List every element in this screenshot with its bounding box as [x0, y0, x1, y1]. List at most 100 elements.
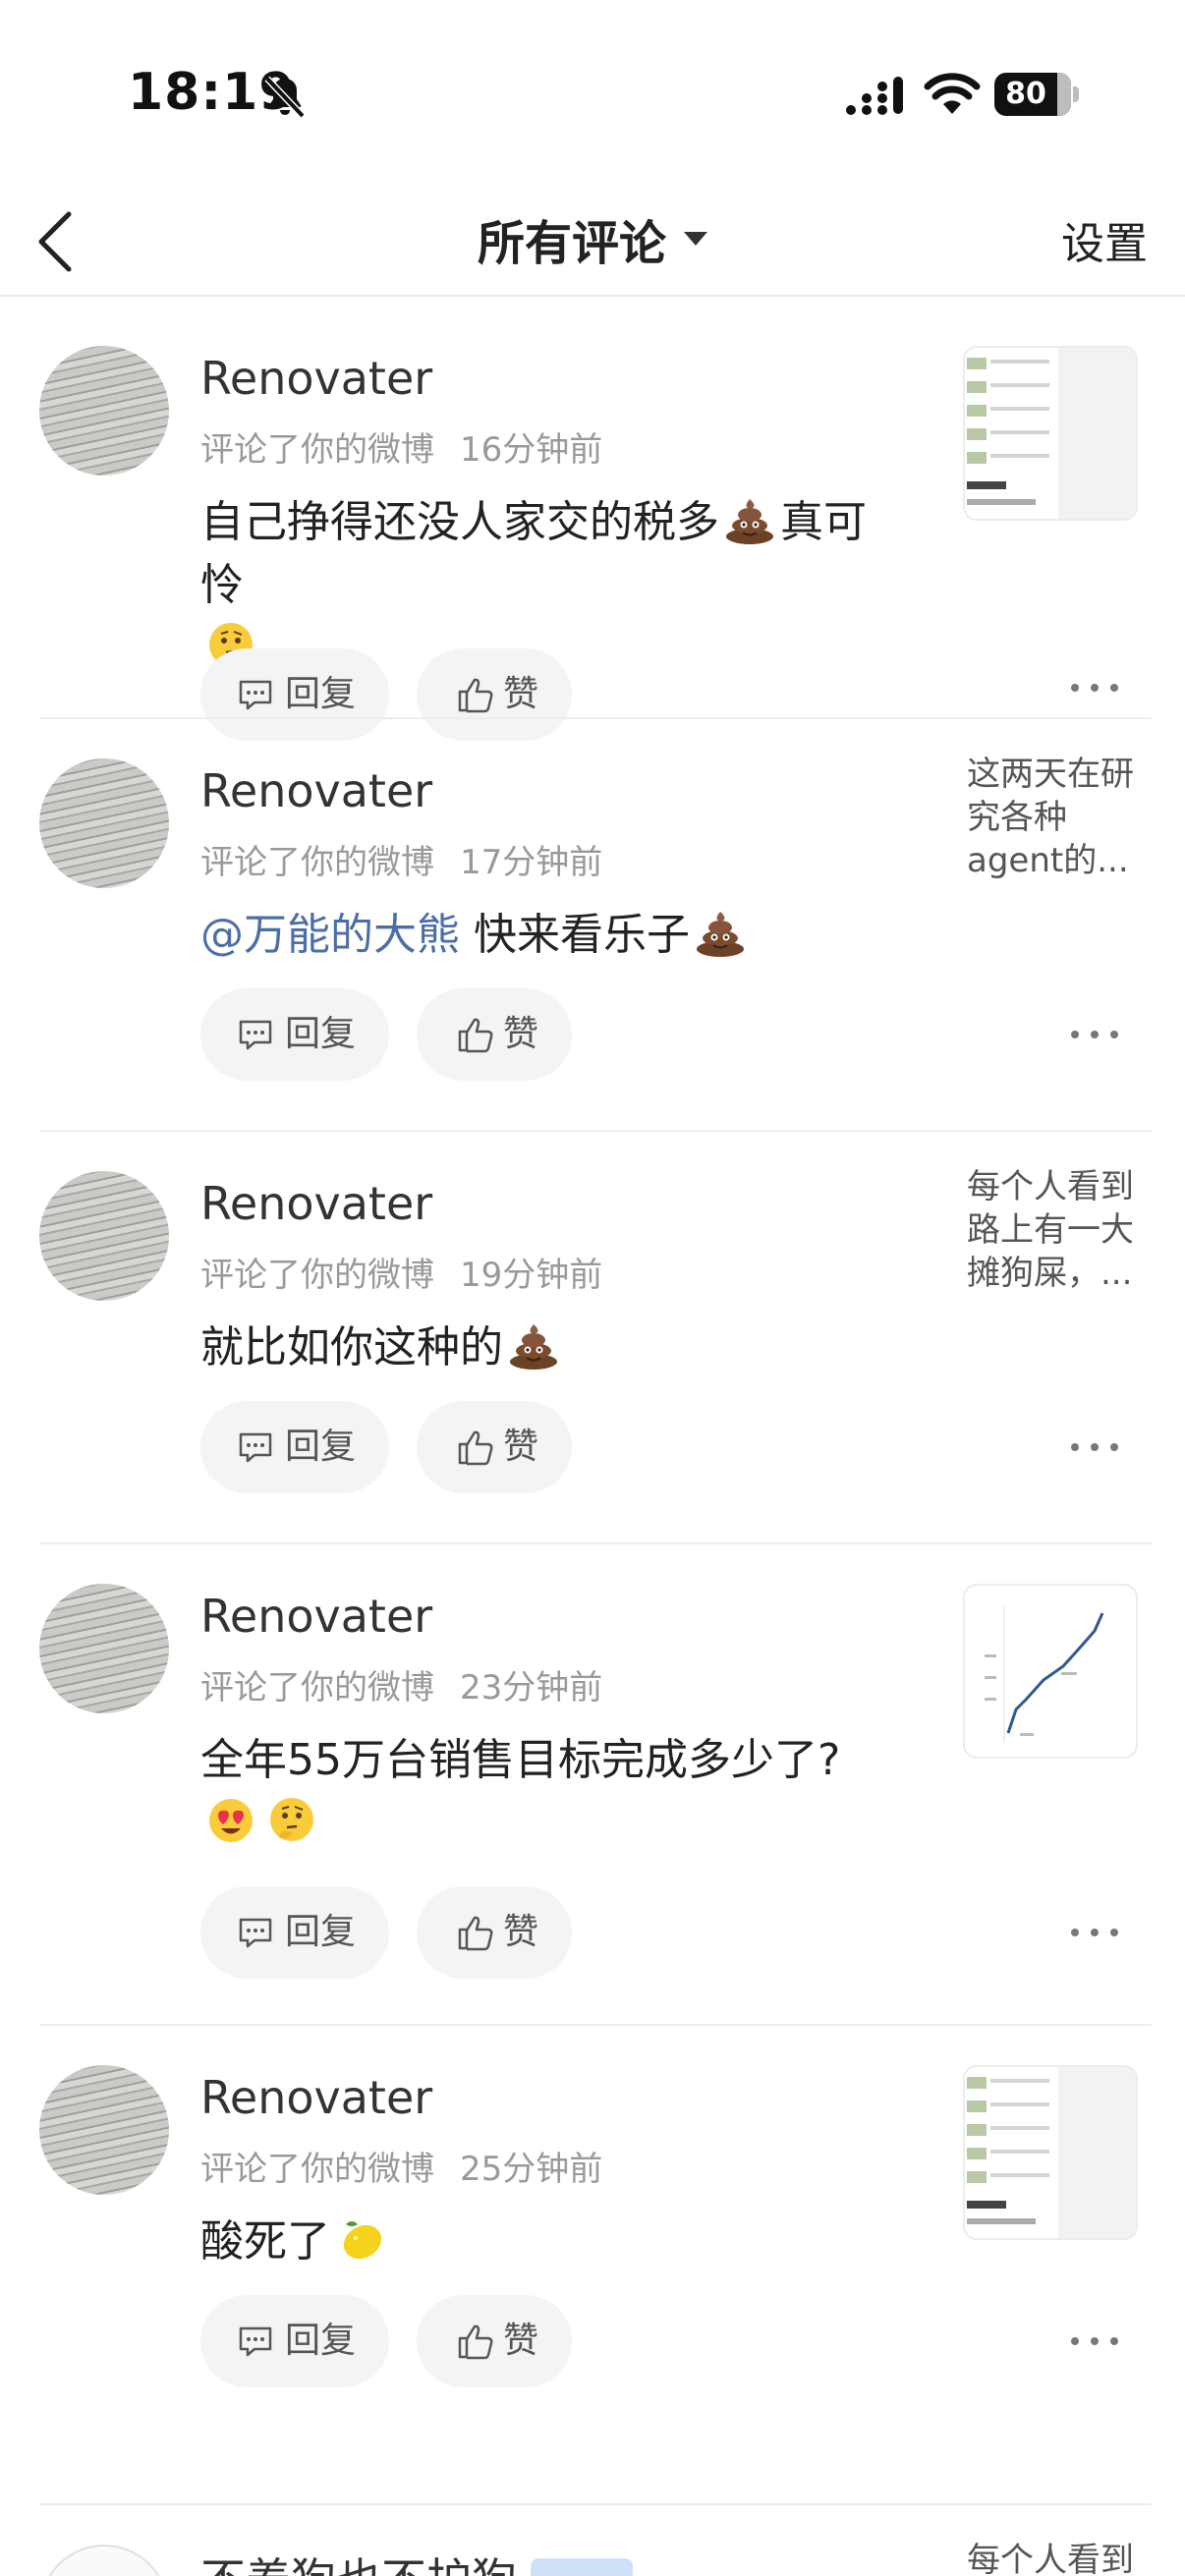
- thinking-emoji: [270, 1798, 313, 1841]
- comment-text: 酸死了: [200, 2211, 908, 2273]
- comment-icon: [239, 1020, 272, 1050]
- more-icon[interactable]: [1067, 1437, 1122, 1457]
- status-bar: 18:19 80: [0, 0, 1185, 187]
- comment-icon: [239, 1432, 272, 1463]
- lemon-emoji: [343, 2221, 382, 2260]
- comment-text: 就比如你这种的: [200, 1316, 908, 1379]
- comment-action: 评论了你的微博: [200, 2150, 434, 2189]
- comment-action: 评论了你的微博: [200, 430, 434, 470]
- mention-link[interactable]: @万能的大熊: [200, 910, 460, 960]
- post-thumbnail[interactable]: [963, 2065, 1138, 2240]
- avatar[interactable]: [39, 2545, 169, 2576]
- cellular-signal-icon: [846, 77, 903, 115]
- comment-icon: [239, 680, 272, 710]
- thumbs-up-icon: [458, 2324, 493, 2360]
- comment-meta: 评论了你的微博 16分钟前: [200, 422, 602, 471]
- post-thumbnail[interactable]: [963, 1584, 1138, 1759]
- more-icon[interactable]: [1067, 678, 1122, 698]
- user-badge: [531, 2558, 633, 2576]
- avatar[interactable]: [39, 2065, 169, 2195]
- comment-list: Renovater 评论了你的微博 16分钟前 自己挣得还没人家交的税多 真可怜 回…: [0, 305, 1185, 2436]
- post-thumbnail[interactable]: [963, 346, 1138, 521]
- comment-meta: 评论了你的微博 19分钟前: [200, 1248, 602, 1296]
- settings-button[interactable]: 设置: [1061, 208, 1148, 271]
- post-preview-text[interactable]: 每个人看到路上有一大摊狗屎，...: [967, 1165, 1154, 1295]
- more-icon[interactable]: [1067, 1025, 1122, 1044]
- poop-emoji: [510, 1324, 557, 1370]
- comment-author[interactable]: Renovater: [200, 1590, 432, 1643]
- post-thumbnail-image: [965, 348, 1136, 519]
- comment-action: 评论了你的微博: [200, 1668, 434, 1708]
- like-label: 赞: [503, 1912, 539, 1952]
- comment-item[interactable]: Renovater 评论了你的微博 16分钟前 自己挣得还没人家交的税多 真可怜 回…: [0, 305, 1185, 741]
- thumbs-up-icon: [458, 1018, 493, 1053]
- avatar[interactable]: [39, 1171, 169, 1301]
- comment-meta: 评论了你的微博 25分钟前: [200, 2142, 602, 2190]
- nav-bar: 所有评论 设置: [0, 187, 1185, 297]
- avatar[interactable]: [39, 1584, 169, 1713]
- avatar[interactable]: [39, 758, 169, 888]
- more-icon[interactable]: [1067, 2331, 1122, 2351]
- reply-button[interactable]: 回复: [200, 2295, 389, 2387]
- comment-text: @万能的大熊 快来看乐子: [200, 904, 908, 967]
- post-thumbnail-image: [965, 2067, 1136, 2238]
- comment-icon: [239, 1918, 272, 1948]
- comment-time: 23分钟前: [460, 1668, 603, 1708]
- heart-eyes-emoji: [209, 1799, 253, 1842]
- like-button[interactable]: 赞: [417, 1886, 572, 1979]
- like-button[interactable]: 赞: [417, 1401, 572, 1493]
- comment-action: 评论了你的微博: [200, 1256, 434, 1295]
- like-label: 赞: [503, 2321, 539, 2361]
- comment-item[interactable]: Renovater 评论了你的微博 25分钟前 酸死了 回复 赞: [0, 2024, 1185, 2436]
- comment-time: 16分钟前: [460, 430, 603, 470]
- comment-author[interactable]: Renovater: [200, 1177, 432, 1230]
- reply-button[interactable]: 回复: [200, 1886, 389, 1979]
- comment-author[interactable]: Renovater: [200, 2071, 432, 2124]
- comment-text: 全年55万台销售目标完成多少了?: [200, 1729, 908, 1855]
- comment-item[interactable]: Renovater 评论了你的微博 17分钟前 @万能的大熊 快来看乐子 这两天在…: [0, 717, 1185, 1130]
- comment-time: 19分钟前: [460, 1256, 603, 1295]
- comment-text-main: 就比如你这种的: [200, 1322, 503, 1372]
- post-preview-text[interactable]: 每个人看到: [967, 2533, 1134, 2576]
- battery-icon: 80: [994, 73, 1079, 116]
- avatar[interactable]: [39, 346, 169, 476]
- thumbs-up-icon: [458, 678, 493, 713]
- reply-button[interactable]: 回复: [200, 1401, 389, 1493]
- reply-button[interactable]: 回复: [200, 988, 389, 1081]
- comment-action: 评论了你的微博: [200, 843, 434, 882]
- reply-label: 回复: [285, 2321, 357, 2361]
- poop-emoji: [697, 912, 744, 957]
- like-label: 赞: [503, 1427, 539, 1467]
- comment-author[interactable]: 不养狗也不护狗: [200, 2545, 517, 2576]
- post-thumbnail-chart: [985, 1605, 1104, 1743]
- poop-emoji: [726, 499, 773, 544]
- thumbs-up-icon: [458, 1430, 493, 1466]
- like-button[interactable]: 赞: [417, 2295, 572, 2387]
- comment-time: 25分钟前: [460, 2150, 603, 2189]
- battery-level: 80: [1005, 77, 1046, 111]
- like-button[interactable]: 赞: [417, 988, 572, 1081]
- comment-text-main: 全年55万台销售目标完成多少了?: [200, 1735, 841, 1785]
- reply-label: 回复: [285, 1427, 357, 1467]
- comment-text-main: 酸死了: [200, 2216, 330, 2267]
- bell-slash-icon: [264, 76, 306, 119]
- comment-text-main: 自己挣得还没人家交的税多: [200, 497, 719, 547]
- more-icon[interactable]: [1067, 1923, 1122, 1942]
- caret-down-icon[interactable]: [684, 232, 707, 246]
- post-preview-text[interactable]: 这两天在研究各种agent的...: [967, 753, 1154, 882]
- page-title[interactable]: 所有评论: [478, 204, 666, 273]
- comment-author[interactable]: Renovater: [200, 764, 432, 817]
- comment-meta: 评论了你的微博 17分钟前: [200, 835, 602, 883]
- comment-time: 17分钟前: [460, 843, 603, 882]
- like-label: 赞: [503, 1014, 539, 1054]
- reply-label: 回复: [285, 1912, 357, 1952]
- thumbs-up-icon: [458, 1916, 493, 1951]
- reply-label: 回复: [285, 1014, 357, 1054]
- comment-item[interactable]: Renovater 评论了你的微博 19分钟前 就比如你这种的 每个人看到路上有一…: [0, 1130, 1185, 1542]
- comment-item[interactable]: Renovater 评论了你的微博 23分钟前 全年55万台销售目标完成多少了? …: [0, 1542, 1185, 2024]
- comment-item-partial[interactable]: 不养狗也不护狗 每个人看到: [0, 2503, 1185, 2576]
- comment-icon: [239, 2326, 272, 2357]
- comment-text-main: 快来看乐子: [474, 910, 690, 960]
- comment-author[interactable]: Renovater: [200, 352, 432, 405]
- comment-meta: 评论了你的微博 23分钟前: [200, 1660, 602, 1708]
